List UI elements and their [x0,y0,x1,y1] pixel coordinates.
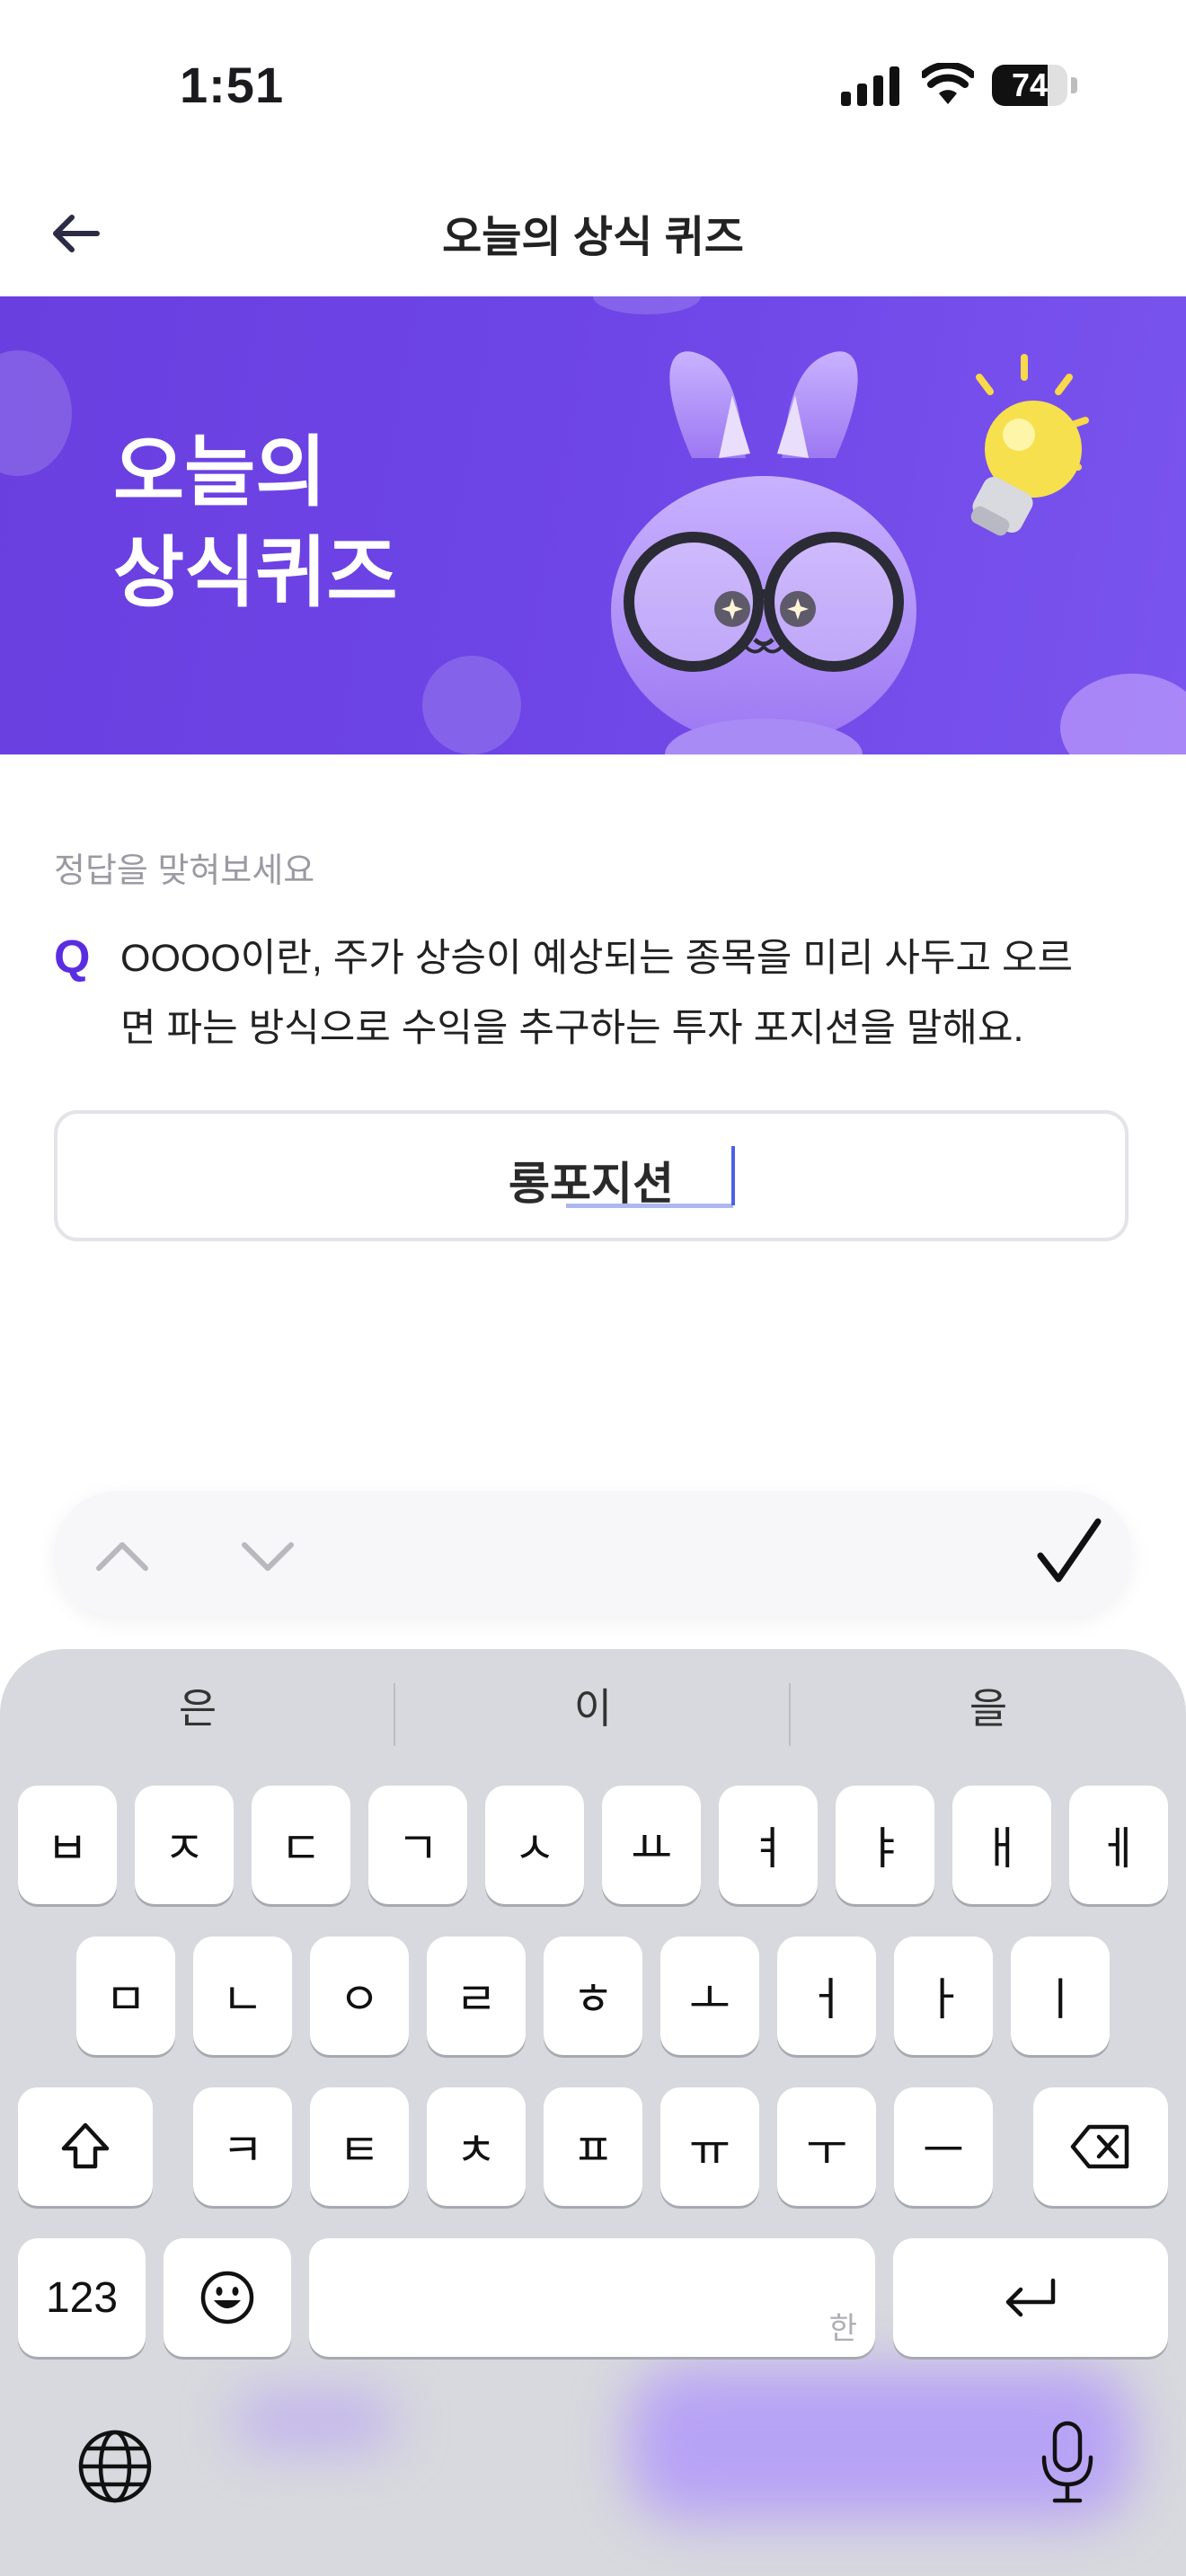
composition-underline [566,1204,733,1208]
battery-percent: 74 [1011,66,1049,103]
text-caret [731,1146,735,1205]
numbers-key[interactable]: 123 [18,2238,146,2357]
suggestion-1[interactable]: 은 [0,1665,395,1751]
question-line2: 면 파는 방식으로 수익을 추구하는 투자 포지션을 말해요. [120,1007,1024,1050]
input-mode-hint: 한 [828,2312,857,2346]
backspace-key[interactable] [1033,2087,1168,2206]
mascot-illustration [611,351,916,754]
previous-field-chevron-up-icon[interactable] [90,1523,155,1588]
key[interactable]: ㅍ [544,2087,642,2206]
shift-key[interactable] [18,2087,153,2206]
key[interactable]: ㅡ [894,2087,993,2206]
nav-header: 오늘의 상식 퀴즈 [0,162,1186,296]
key[interactable]: ㅋ [193,2087,292,2206]
shift-arrow-icon [61,2122,110,2169]
banner-title-line1: 오늘의 [113,429,327,516]
key[interactable]: ㅛ [602,1786,701,1904]
globe-icon[interactable] [77,2429,153,2504]
key[interactable]: ㅓ [777,1936,876,2055]
key[interactable]: ㅗ [660,1936,759,2055]
korean-keyboard: 은 이 을 ㅂ ㅈ ㄷ ㄱ ㅅ ㅛ ㅕ ㅑ ㅐ ㅔ ㅁ ㄴ ㅇ ㄹ ㅎ ㅗ ㅓ … [0,1649,1186,2576]
key[interactable]: ㄷ [252,1786,350,1904]
question-marker: Q [54,931,91,984]
keyboard-accessory-bar [54,1491,1132,1617]
lightbulb-illustration [970,354,1089,536]
key[interactable]: ㅊ [427,2087,526,2206]
key[interactable]: ㅇ [310,1936,409,2055]
key[interactable]: ㅂ [18,1786,117,1904]
suggestion-3[interactable]: 을 [791,1665,1186,1751]
microphone-icon[interactable] [1039,2420,1096,2506]
done-checkmark-icon[interactable] [1033,1514,1105,1590]
emoji-face-icon [200,2271,254,2325]
key[interactable]: ㅁ [76,1936,175,2055]
cellular-signal-icon [841,66,899,106]
return-key[interactable] [893,2238,1168,2357]
space-key[interactable]: 한 [309,2238,875,2357]
banner-title: 오늘의 상식퀴즈 [113,422,397,623]
key[interactable]: ㅜ [777,2087,876,2206]
backspace-icon [1070,2124,1129,2169]
status-time: 1:51 [180,57,285,113]
battery-indicator: 74 [992,65,1078,106]
key[interactable]: ㄴ [193,1936,292,2055]
key[interactable]: ㅐ [952,1786,1051,1904]
key[interactable]: ㅌ [310,2087,409,2206]
key[interactable]: ㅎ [544,1936,642,2055]
prompt-label: 정답을 맞혀보세요 [54,852,315,890]
key[interactable]: ㄱ [368,1786,467,1904]
page-title: 오늘의 상식 퀴즈 [442,214,744,261]
key[interactable]: ㅔ [1069,1786,1168,1904]
key[interactable]: ㄹ [427,1936,526,2055]
answer-input[interactable]: 롱포지션 [54,1110,1128,1241]
key[interactable]: ㅅ [485,1786,584,1904]
suggestion-2[interactable]: 이 [395,1665,791,1751]
question-line1: OOOO이란, 주가 상승이 예상되는 종목을 미리 사두고 오르 [120,937,1074,980]
key[interactable]: ㅠ [660,2087,759,2206]
emoji-key[interactable] [164,2238,291,2357]
key[interactable]: ㅏ [894,1936,993,2055]
suggestion-bar: 은 이 을 [0,1665,1186,1751]
return-arrow-icon [1005,2278,1056,2317]
status-bar: 1:51 74 [0,0,1186,162]
next-field-chevron-down-icon[interactable] [235,1523,300,1588]
quiz-banner: 오늘의 상식퀴즈 [0,296,1186,754]
key[interactable]: ㅣ [1011,1936,1110,2055]
wifi-icon [922,63,974,104]
key[interactable]: ㅕ [719,1786,818,1904]
key[interactable]: ㅑ [836,1786,934,1904]
banner-title-line2: 상식퀴즈 [113,530,398,616]
question-text: OOOO이란, 주가 상승이 예상되는 종목을 미리 사두고 오르 면 파는 방… [120,923,1136,1063]
key[interactable]: ㅈ [135,1786,234,1904]
